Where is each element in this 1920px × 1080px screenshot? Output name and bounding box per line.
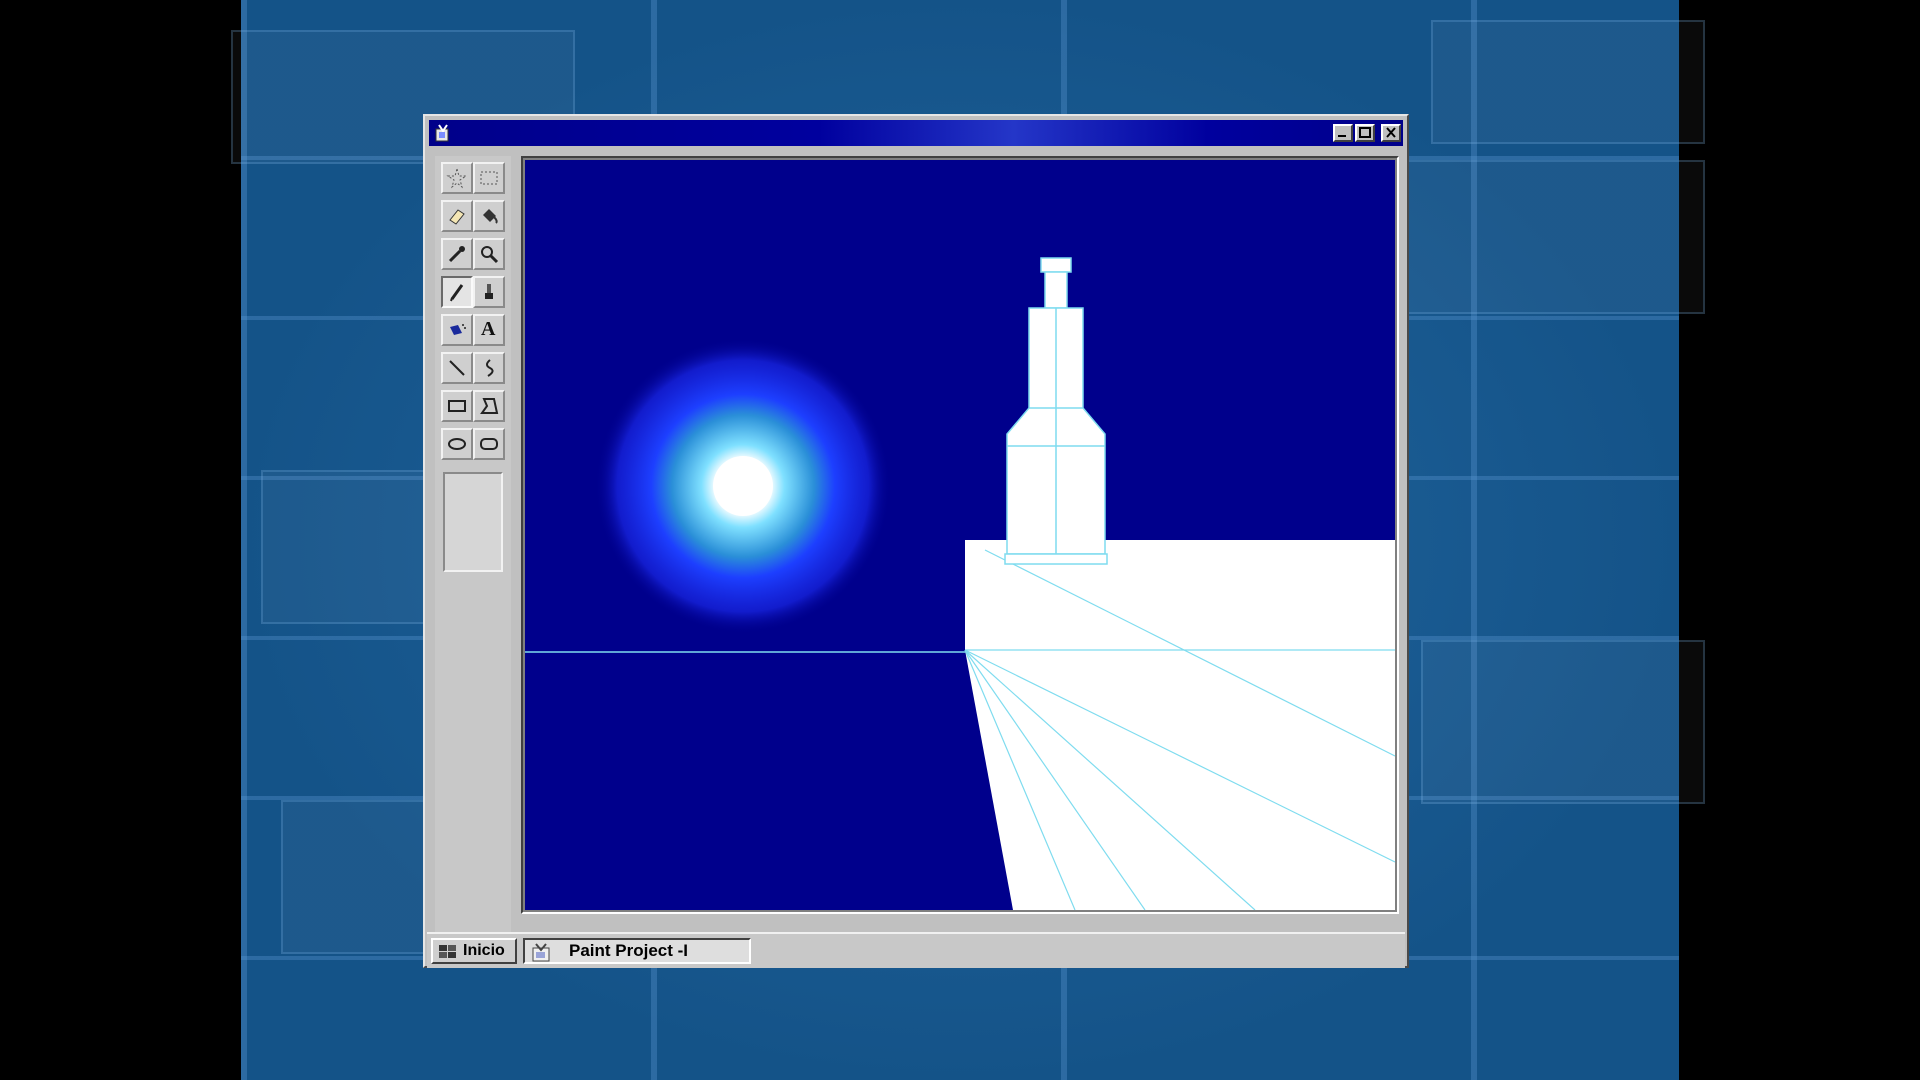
minimize-button[interactable] xyxy=(1333,124,1353,142)
eyedropper-icon xyxy=(448,246,465,263)
tool-line[interactable] xyxy=(441,352,473,384)
title-bar[interactable] xyxy=(429,120,1403,146)
tool-fill[interactable] xyxy=(473,200,505,232)
paint-app-icon xyxy=(435,124,449,142)
toolbox: A xyxy=(435,156,511,934)
eraser-icon xyxy=(449,209,465,225)
drawing-canvas[interactable] xyxy=(525,160,1395,910)
curve-icon xyxy=(486,359,494,377)
taskbar-item-paint-project[interactable]: Paint Project -I xyxy=(523,938,751,964)
tool-pencil[interactable] xyxy=(441,276,473,308)
rounded-rectangle-icon xyxy=(480,438,498,450)
start-button[interactable]: Inicio xyxy=(431,938,517,964)
text-icon: A xyxy=(481,318,496,340)
windows-logo-icon xyxy=(439,945,456,958)
tool-rounded-rectangle[interactable] xyxy=(473,428,505,460)
close-button[interactable] xyxy=(1381,124,1401,142)
background-tile xyxy=(1401,160,1705,314)
line-icon xyxy=(449,360,465,376)
canvas-frame xyxy=(521,156,1399,914)
tool-pick-color[interactable] xyxy=(441,238,473,270)
background-tile xyxy=(1431,20,1705,144)
ellipse-icon xyxy=(448,438,466,450)
tool-brush[interactable] xyxy=(473,276,505,308)
paint-window: A Inicio Paint Project -I xyxy=(423,114,1409,968)
maximize-button[interactable] xyxy=(1355,124,1375,142)
maximize-icon xyxy=(1359,127,1371,138)
tool-options-box[interactable] xyxy=(443,472,503,572)
paint-app-icon xyxy=(532,943,550,962)
tool-select[interactable] xyxy=(473,162,505,194)
fill-bucket-icon xyxy=(483,209,498,224)
taskbar: Inicio Paint Project -I xyxy=(427,932,1405,968)
tool-eraser[interactable] xyxy=(441,200,473,232)
task-label: Paint Project -I xyxy=(569,941,689,960)
polygon-icon xyxy=(480,398,499,414)
tool-rectangle[interactable] xyxy=(441,390,473,422)
start-label: Inicio xyxy=(463,942,505,959)
tool-magnifier[interactable] xyxy=(473,238,505,270)
close-icon xyxy=(1386,127,1396,138)
minimize-icon xyxy=(1338,135,1346,137)
tool-text[interactable]: A xyxy=(473,314,505,346)
tool-free-form-select[interactable] xyxy=(441,162,473,194)
rectangle-icon xyxy=(448,400,466,412)
airbrush-icon xyxy=(450,324,466,335)
tool-curve[interactable] xyxy=(473,352,505,384)
brush-icon xyxy=(485,284,493,299)
star-select-icon xyxy=(446,167,468,189)
star-core xyxy=(713,456,773,516)
tool-polygon[interactable] xyxy=(473,390,505,422)
rect-select-icon xyxy=(480,171,498,185)
magnifier-icon xyxy=(481,246,499,264)
tool-ellipse[interactable] xyxy=(441,428,473,460)
background-tile xyxy=(1421,640,1705,804)
pencil-icon xyxy=(450,284,464,302)
tool-airbrush[interactable] xyxy=(441,314,473,346)
white-ground xyxy=(965,540,1395,910)
